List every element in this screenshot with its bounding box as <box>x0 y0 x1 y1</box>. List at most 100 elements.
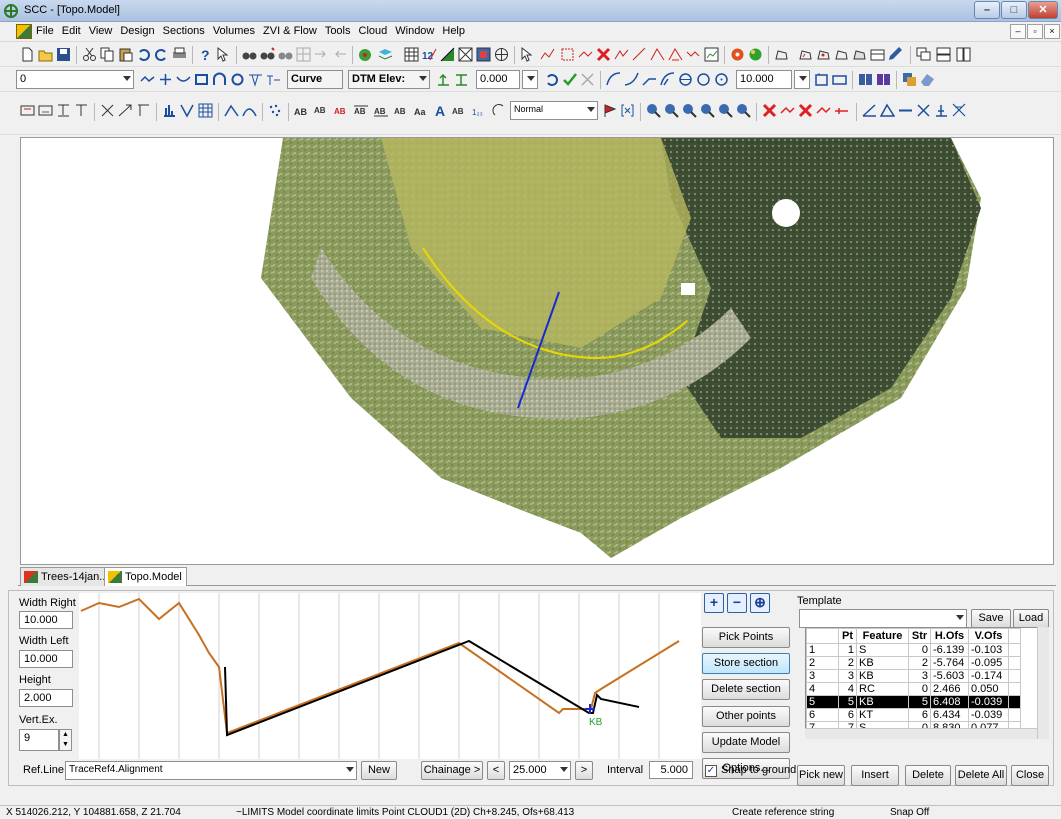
chainage-input[interactable]: 25.000 <box>509 761 571 780</box>
dtm-elevation-select[interactable]: DTM Elev: <box>348 70 430 89</box>
model-view-icon[interactable] <box>476 47 491 62</box>
area-icon-4[interactable] <box>852 47 867 62</box>
text-rotate-icon[interactable] <box>492 103 507 118</box>
find-next-icon[interactable] <box>260 47 275 62</box>
delete-section-button[interactable]: Delete section <box>702 679 790 700</box>
col-pt[interactable]: Pt <box>838 628 857 644</box>
measure-bearing-icon[interactable] <box>952 103 967 118</box>
feature-code-icon[interactable] <box>266 72 281 87</box>
delete-all-button[interactable]: Delete All <box>955 765 1007 786</box>
chainage-button[interactable]: Chainage > <box>421 761 483 780</box>
save-icon[interactable] <box>56 47 71 62</box>
menu-help[interactable]: Help <box>442 25 465 37</box>
accept-check-icon[interactable] <box>562 72 577 87</box>
menu-window[interactable]: Window <box>395 25 434 37</box>
document-icon[interactable] <box>16 24 32 39</box>
label-insert-icon[interactable] <box>20 103 35 118</box>
table-row[interactable]: 4 4 RC 0 2.466 0.050 <box>806 682 1021 696</box>
text-a-bold-icon[interactable]: A <box>434 103 449 118</box>
tab-topo-model[interactable]: Topo.Model <box>104 567 187 586</box>
window-tile-horizontal-icon[interactable] <box>936 47 951 62</box>
store-section-button[interactable]: Store section <box>702 653 790 674</box>
bracket-icon[interactable] <box>620 103 635 118</box>
delete-cross-icon-1[interactable] <box>762 103 777 118</box>
new-ref-line-button[interactable]: New <box>361 761 397 780</box>
table-row[interactable]: 6 6 KT 6 6.434 -0.039 <box>806 708 1021 722</box>
zoom-icon-5[interactable] <box>718 103 733 118</box>
width-right-input[interactable]: 10.000 <box>19 611 73 629</box>
ref-line-select[interactable]: TraceRef4.Alignment <box>65 761 357 780</box>
minimize-button[interactable]: – <box>974 1 1000 19</box>
template-vertical-scrollbar[interactable] <box>1037 627 1049 739</box>
level-mark-icon[interactable] <box>136 103 151 118</box>
menu-volumes[interactable]: Volumes <box>213 25 255 37</box>
open-folder-icon[interactable] <box>38 47 53 62</box>
curve-fit-icon-1[interactable] <box>606 72 621 87</box>
frame-icon-1[interactable] <box>814 72 829 87</box>
cut-icon[interactable] <box>82 47 97 62</box>
text-ab-icon-6[interactable]: AB <box>394 103 409 118</box>
point-cloud-canvas[interactable] <box>21 138 1054 565</box>
zoom-icon-2[interactable] <box>664 103 679 118</box>
curve-fit-icon-2[interactable] <box>624 72 639 87</box>
snap-to-ground-checkbox[interactable]: ✓ <box>705 765 717 777</box>
flag-icon[interactable] <box>602 103 617 118</box>
paste-icon[interactable] <box>118 47 133 62</box>
mdi-restore-button[interactable]: ▫ <box>1027 24 1043 39</box>
cancel-x-icon[interactable] <box>580 72 595 87</box>
polygon-icon[interactable] <box>774 47 789 62</box>
arc-profile-icon[interactable] <box>242 103 257 118</box>
delete-string-icon[interactable] <box>596 47 611 62</box>
layers-icon[interactable] <box>378 47 393 62</box>
target-icon[interactable] <box>494 47 509 62</box>
other-points-button[interactable]: Other points <box>702 706 790 727</box>
zoom-out-button[interactable]: − <box>727 593 747 613</box>
menu-edit[interactable]: Edit <box>62 25 81 37</box>
align-bottom-icon[interactable] <box>56 103 71 118</box>
plan-viewport[interactable] <box>20 137 1054 565</box>
offset-string-icon[interactable] <box>668 47 683 62</box>
menu-design[interactable]: Design <box>120 25 154 37</box>
pick-new-button[interactable]: Pick new <box>797 765 845 786</box>
delete-button[interactable]: Delete <box>905 765 951 786</box>
circle-2pt-icon[interactable] <box>678 72 693 87</box>
grid-table-icon[interactable] <box>198 103 213 118</box>
merge-string-icon[interactable] <box>686 47 701 62</box>
insert-button[interactable]: Insert <box>851 765 899 786</box>
measure-triangle-icon[interactable] <box>880 103 895 118</box>
select-string-icon[interactable] <box>540 47 555 62</box>
measure-perpendicular-icon[interactable] <box>934 103 949 118</box>
find-replace-icon[interactable] <box>278 47 293 62</box>
chainage-next-button[interactable]: > <box>575 761 593 780</box>
area-edit-icon[interactable] <box>888 47 903 62</box>
forward-disabled-icon[interactable] <box>314 47 329 62</box>
help-icon[interactable]: ? <box>198 47 213 62</box>
scatter-points-icon[interactable] <box>268 103 283 118</box>
plus-point-icon[interactable] <box>158 72 173 87</box>
render-3d-icon[interactable] <box>358 47 373 62</box>
circle-icon[interactable] <box>230 72 245 87</box>
layers-stack-icon[interactable] <box>902 72 917 87</box>
zoom-extents-button[interactable]: ⊕ <box>750 593 770 613</box>
interval-input[interactable]: 5.000 <box>649 761 693 779</box>
drain-icon[interactable] <box>180 103 195 118</box>
zoom-icon-1[interactable] <box>646 103 661 118</box>
select-area-icon[interactable] <box>560 47 575 62</box>
settings-gear-icon[interactable] <box>730 47 745 62</box>
table-row[interactable]: 3 3 KB 3 -5.603 -0.174 <box>806 669 1021 683</box>
text-ab-icon-2[interactable]: AB <box>314 103 329 118</box>
slope-arrow-icon[interactable] <box>118 103 133 118</box>
label-edit-icon[interactable] <box>38 103 53 118</box>
text-aa-icon[interactable]: Aa <box>414 103 429 118</box>
elevation-up-icon[interactable] <box>436 72 451 87</box>
table-icon[interactable] <box>404 47 419 62</box>
eraser-icon[interactable] <box>920 72 935 87</box>
frame-icon-2[interactable] <box>832 72 847 87</box>
print-icon[interactable] <box>172 47 187 62</box>
section-profile-view[interactable]: KB <box>79 593 701 759</box>
col-index[interactable] <box>806 628 839 644</box>
menu-sections[interactable]: Sections <box>163 25 205 37</box>
template-horizontal-scrollbar[interactable] <box>805 728 1037 739</box>
mdi-close-button[interactable]: × <box>1044 24 1060 39</box>
zoom-icon-6[interactable] <box>736 103 751 118</box>
